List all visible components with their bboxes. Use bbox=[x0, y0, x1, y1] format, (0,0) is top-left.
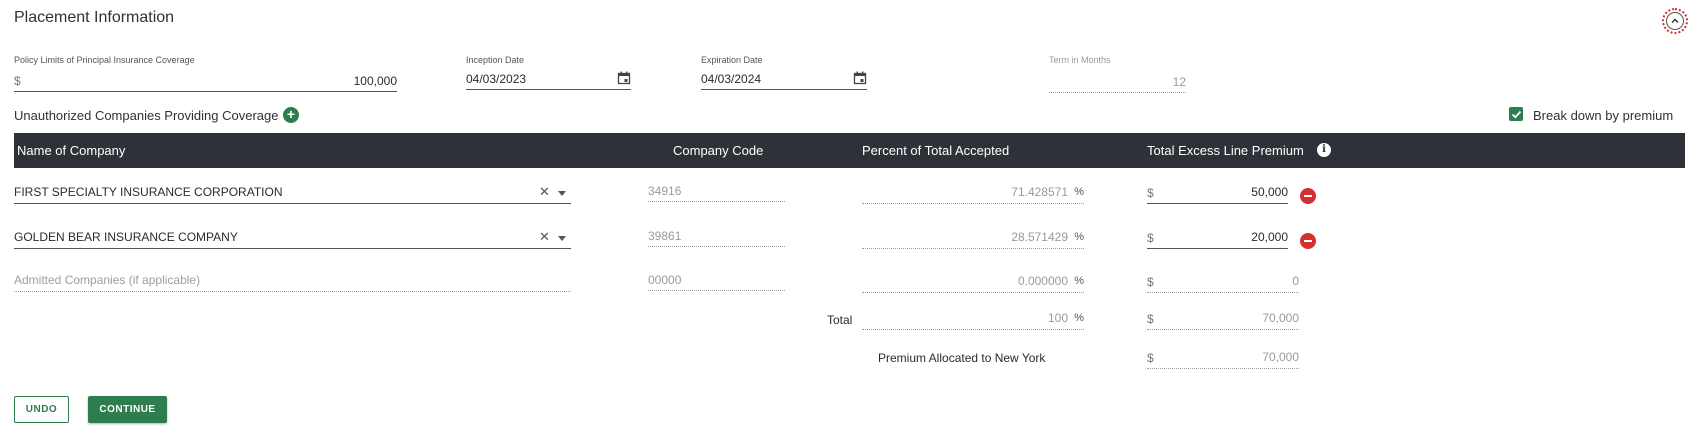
ny-allocation-label: Premium Allocated to New York bbox=[878, 351, 1046, 365]
header-percent-accepted: Percent of Total Accepted bbox=[862, 143, 1010, 158]
company-code-field: 39861 bbox=[648, 228, 785, 247]
company-name-value: FIRST SPECIALTY INSURANCE CORPORATION bbox=[14, 185, 283, 199]
term-months-label: Term in Months bbox=[1049, 55, 1111, 65]
admitted-companies-placeholder: Admitted Companies (if applicable) bbox=[14, 273, 201, 287]
premium-field[interactable]: $ 50,000 bbox=[1147, 183, 1288, 204]
ny-premium-value: 70,000 bbox=[1262, 350, 1299, 364]
ny-premium-field: $ 70,000 bbox=[1147, 348, 1299, 369]
admitted-premium-field: $ 0 bbox=[1147, 272, 1299, 293]
minus-icon bbox=[1304, 195, 1312, 197]
currency-symbol: $ bbox=[1147, 186, 1154, 200]
chevron-up-icon bbox=[1666, 12, 1684, 30]
header-company-code: Company Code bbox=[673, 143, 764, 158]
total-premium-value: 70,000 bbox=[1262, 311, 1299, 325]
policy-limits-label: Policy Limits of Principal Insurance Cov… bbox=[14, 55, 195, 65]
admitted-companies-input[interactable]: Admitted Companies (if applicable) bbox=[14, 272, 571, 292]
admitted-percent-field: 0.000000 % bbox=[862, 272, 1084, 293]
plus-icon: + bbox=[286, 106, 296, 122]
calendar-icon[interactable] bbox=[853, 71, 867, 90]
chevron-down-icon[interactable] bbox=[558, 191, 566, 196]
remove-company-button[interactable] bbox=[1300, 233, 1316, 249]
term-months-value: 12 bbox=[1172, 75, 1186, 89]
term-months-field: 12 bbox=[1049, 71, 1186, 93]
company-name-select[interactable]: GOLDEN BEAR INSURANCE COMPANY ✕ bbox=[14, 228, 571, 249]
expiration-date-value: 04/03/2024 bbox=[701, 72, 762, 86]
percent-value: 71.428571 bbox=[1011, 185, 1068, 199]
currency-symbol: $ bbox=[14, 74, 21, 88]
company-name-select[interactable]: FIRST SPECIALTY INSURANCE CORPORATION ✕ bbox=[14, 183, 571, 204]
currency-symbol: $ bbox=[1147, 275, 1154, 289]
admitted-code-field: 00000 bbox=[648, 272, 785, 291]
companies-table-header: Name of Company Company Code Percent of … bbox=[14, 133, 1685, 168]
currency-symbol: $ bbox=[1147, 312, 1154, 326]
break-down-checkbox[interactable] bbox=[1509, 107, 1523, 121]
total-premium-field: $ 70,000 bbox=[1147, 309, 1299, 330]
break-down-label: Break down by premium bbox=[1533, 108, 1674, 123]
chevron-down-icon[interactable] bbox=[558, 236, 566, 241]
percent-accepted-field: 28.571429 % bbox=[862, 228, 1084, 249]
info-icon[interactable]: i bbox=[1317, 143, 1331, 157]
expiration-date-label: Expiration Date bbox=[701, 55, 763, 65]
percent-accepted-field: 71.428571 % bbox=[862, 183, 1084, 204]
total-label: Total bbox=[827, 313, 853, 327]
inception-date-value: 04/03/2023 bbox=[466, 72, 527, 86]
remove-company-button[interactable] bbox=[1300, 188, 1316, 204]
currency-symbol: $ bbox=[1147, 351, 1154, 365]
admitted-percent-value: 0.000000 bbox=[1017, 274, 1068, 288]
premium-value: 20,000 bbox=[1251, 230, 1288, 244]
inception-date-label: Inception Date bbox=[466, 55, 525, 65]
header-name-of-company: Name of Company bbox=[17, 143, 126, 158]
section-title: Placement Information bbox=[14, 9, 175, 26]
percent-value: 28.571429 bbox=[1011, 230, 1068, 244]
percent-symbol: % bbox=[1074, 231, 1084, 243]
company-code-value: 39861 bbox=[648, 229, 682, 243]
admitted-premium-value: 0 bbox=[1292, 274, 1299, 288]
expiration-date-field[interactable]: 04/03/2024 bbox=[701, 69, 867, 90]
check-icon bbox=[1511, 110, 1521, 118]
continue-button[interactable]: CONTINUE bbox=[88, 396, 167, 423]
inception-date-field[interactable]: 04/03/2023 bbox=[466, 69, 631, 90]
currency-symbol: $ bbox=[1147, 231, 1154, 245]
calendar-icon[interactable] bbox=[617, 71, 631, 90]
undo-button[interactable]: UNDO bbox=[14, 396, 69, 423]
percent-symbol: % bbox=[1074, 312, 1084, 324]
admitted-code-value: 00000 bbox=[648, 273, 682, 287]
premium-field[interactable]: $ 20,000 bbox=[1147, 228, 1288, 249]
premium-value: 50,000 bbox=[1251, 185, 1288, 199]
clear-icon[interactable]: ✕ bbox=[539, 184, 550, 200]
company-code-value: 34916 bbox=[648, 184, 682, 198]
total-percent-value: 100 bbox=[1047, 311, 1068, 325]
total-percent-field: 100 % bbox=[862, 309, 1084, 330]
percent-symbol: % bbox=[1074, 275, 1084, 287]
policy-limits-field[interactable]: $ 100,000 bbox=[14, 71, 397, 92]
minus-icon bbox=[1304, 240, 1312, 242]
policy-limits-value: 100,000 bbox=[353, 74, 397, 88]
add-company-button[interactable]: + bbox=[283, 107, 299, 123]
collapse-section-button[interactable] bbox=[1662, 8, 1688, 34]
company-name-value: GOLDEN BEAR INSURANCE COMPANY bbox=[14, 230, 238, 244]
unauthorized-companies-label: Unauthorized Companies Providing Coverag… bbox=[14, 108, 279, 123]
header-total-premium: Total Excess Line Premium bbox=[1147, 143, 1304, 158]
clear-icon[interactable]: ✕ bbox=[539, 229, 550, 245]
percent-symbol: % bbox=[1074, 186, 1084, 198]
company-code-field: 34916 bbox=[648, 183, 785, 202]
